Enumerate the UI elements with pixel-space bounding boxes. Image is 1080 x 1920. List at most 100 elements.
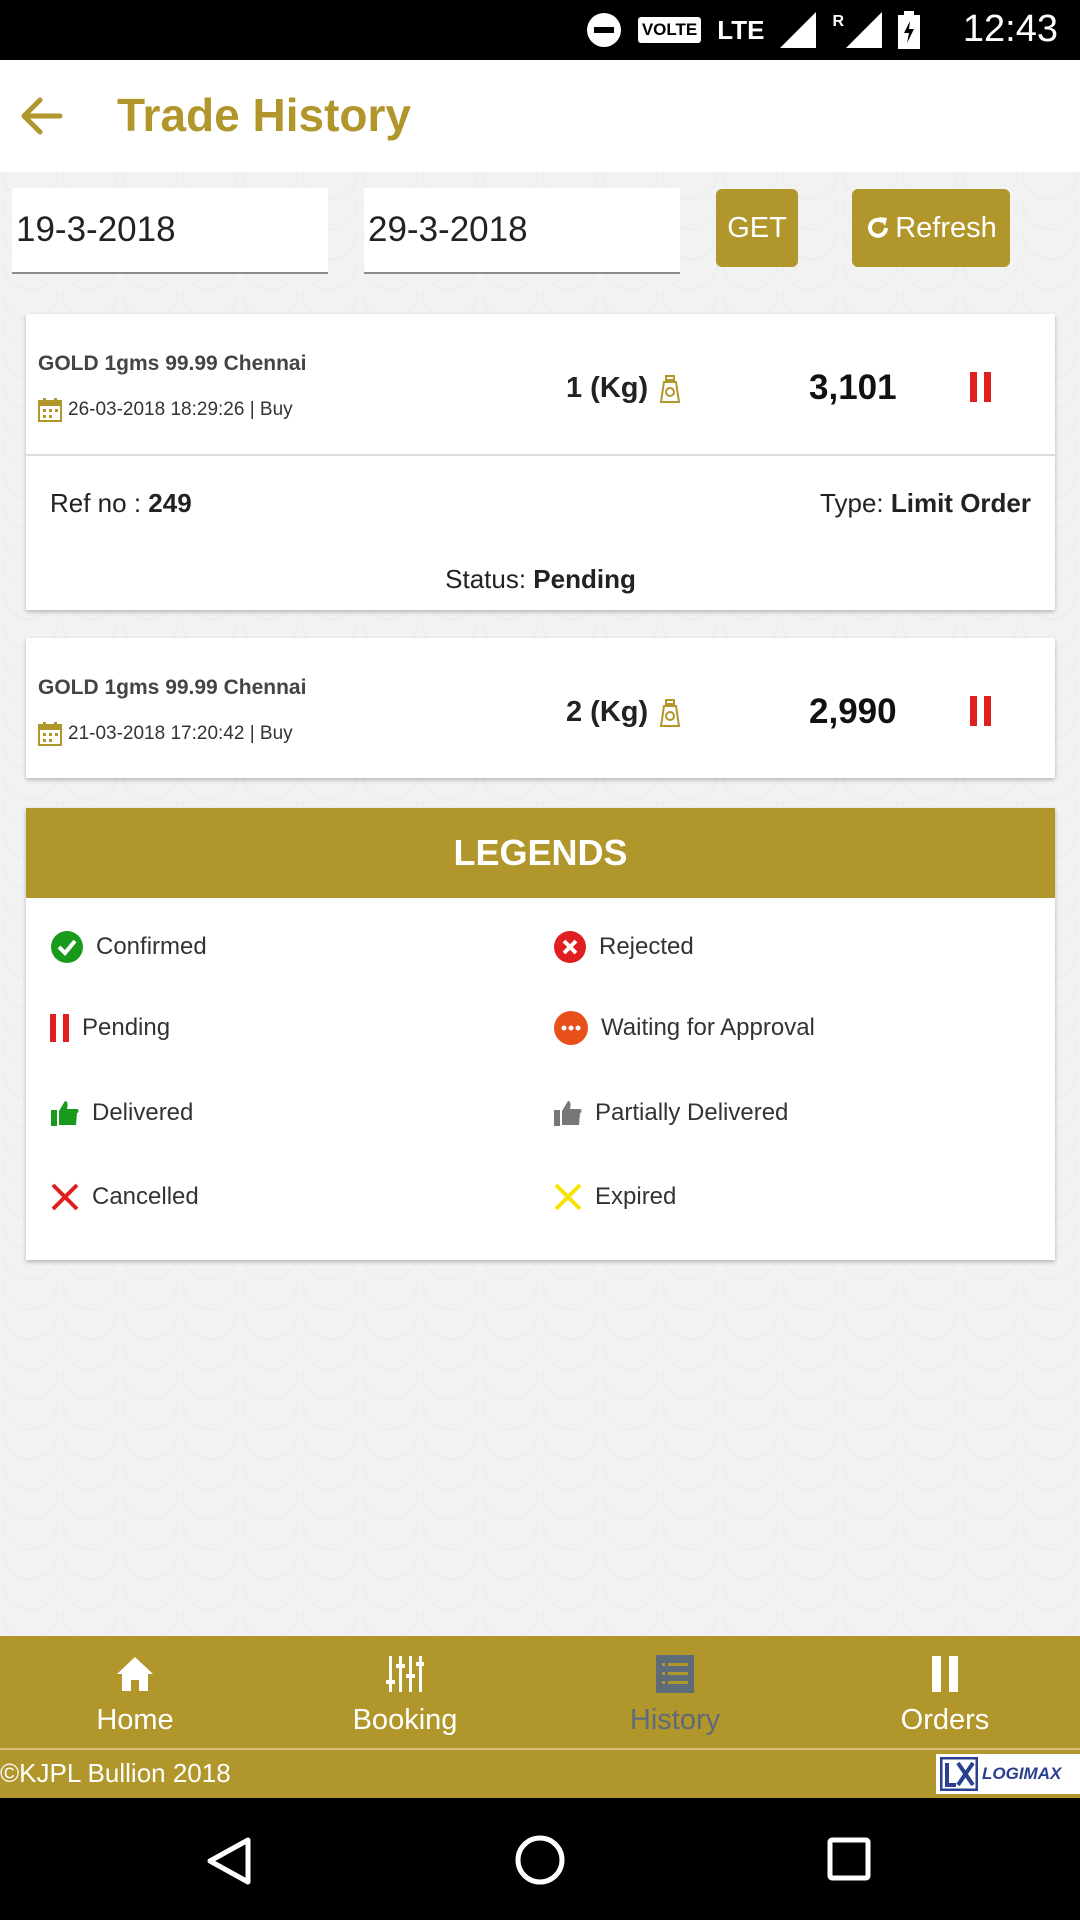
bottom-nav: Home Booking History Orders: [0, 1636, 1080, 1748]
app-bar: Trade History: [0, 60, 1080, 172]
volte-icon: VOLTE: [637, 17, 702, 43]
legend-partially-delivered: Partially Delivered: [553, 1098, 788, 1128]
refresh-button-label: Refresh: [895, 211, 997, 244]
legend-delivered: Delivered: [50, 1098, 193, 1128]
calendar-icon: [38, 398, 62, 422]
ref-value: 249: [148, 488, 192, 518]
do-not-disturb-icon: [586, 13, 621, 47]
nav-home[interactable]: Home: [0, 1636, 270, 1748]
legend-confirmed: Confirmed: [50, 930, 207, 964]
cross-red-icon: [51, 1183, 79, 1211]
list-icon: [656, 1655, 694, 1693]
cross-yellow-icon: [554, 1183, 582, 1211]
trade-summary[interactable]: GOLD 1gms 99.99 Chennai 26-03-2018 18:29…: [26, 314, 1055, 454]
legend-label: Waiting for Approval: [601, 1014, 815, 1041]
trade-meta: 26-03-2018 18:29:26 | Buy: [38, 398, 293, 422]
recents-square-icon[interactable]: [826, 1836, 872, 1882]
legend-label: Cancelled: [92, 1183, 199, 1210]
status-value: Pending: [533, 564, 636, 594]
more-circle-icon: [554, 1011, 588, 1045]
calendar-icon: [38, 722, 62, 746]
to-date-value: 29-3-2018: [368, 210, 528, 249]
get-button[interactable]: GET: [716, 189, 798, 267]
type-label: Type:: [820, 488, 891, 518]
trade-price: 2,990: [809, 692, 897, 731]
get-button-label: GET: [727, 211, 787, 244]
x-circle-icon: [554, 931, 586, 963]
signal-roaming-icon: [846, 12, 882, 48]
trade-datetime: 26-03-2018 18:29:26 | Buy: [68, 399, 293, 420]
logimax-text: LOGIMAX: [982, 1764, 1062, 1783]
refresh-button[interactable]: Refresh: [852, 189, 1010, 267]
thumbs-up-grey-icon: [554, 1101, 582, 1126]
quantity: 2 (Kg): [566, 696, 682, 729]
trade-card[interactable]: GOLD 1gms 99.99 Chennai 21-03-2018 17:20…: [26, 638, 1055, 778]
nav-orders[interactable]: Orders: [810, 1636, 1080, 1748]
pause-white-icon: [932, 1656, 958, 1692]
to-date-field[interactable]: 29-3-2018: [364, 188, 680, 274]
legend-rejected: Rejected: [553, 930, 694, 964]
refresh-icon: [868, 217, 889, 238]
legend-waiting: Waiting for Approval: [553, 1010, 815, 1046]
pause-icon: [50, 1014, 69, 1042]
quantity: 1 (Kg): [566, 372, 682, 405]
nav-label: History: [629, 1704, 721, 1736]
status-icons: VOLTE LTE R: [586, 10, 920, 50]
pending-status-icon: [970, 696, 991, 726]
thumbs-up-icon: [51, 1101, 79, 1126]
nav-label: Orders: [900, 1704, 990, 1736]
status-label: Status:: [445, 564, 534, 594]
signal-icon: [780, 12, 817, 48]
back-arrow-icon[interactable]: [16, 90, 68, 142]
copyright-text: ©KJPL Bullion 2018: [0, 1758, 231, 1788]
product-name: GOLD 1gms 99.99 Chennai: [38, 352, 307, 375]
roaming-indicator: R: [832, 13, 844, 30]
trade-meta: 21-03-2018 17:20:42 | Buy: [38, 722, 293, 746]
weight-scale-icon: [660, 374, 681, 403]
legend-label: Partially Delivered: [595, 1099, 789, 1126]
legend-label: Delivered: [92, 1099, 194, 1126]
legend-label: Pending: [82, 1014, 171, 1041]
quantity-value: 1 (Kg): [566, 372, 649, 404]
home-circle-icon[interactable]: [514, 1834, 566, 1886]
nav-booking[interactable]: Booking: [270, 1636, 540, 1748]
trade-price: 3,101: [809, 368, 897, 407]
clock: 12:43: [962, 8, 1058, 50]
logimax-mark-icon: [940, 1757, 978, 1791]
logimax-logo: LOGIMAX: [936, 1754, 1080, 1794]
trade-datetime: 21-03-2018 17:20:42 | Buy: [68, 723, 293, 744]
quantity-value: 2 (Kg): [566, 696, 649, 728]
check-circle-icon: [51, 931, 83, 963]
ref-number: Ref no : 249: [50, 488, 192, 519]
legends-title: LEGENDS: [26, 808, 1055, 898]
legend-label: Confirmed: [96, 933, 207, 960]
back-triangle-icon[interactable]: [206, 1836, 252, 1886]
page-title: Trade History: [117, 89, 411, 141]
trade-summary[interactable]: GOLD 1gms 99.99 Chennai 21-03-2018 17:20…: [26, 638, 1055, 778]
from-date-field[interactable]: 19-3-2018: [12, 188, 328, 274]
type-value: Limit Order: [890, 488, 1031, 518]
trade-details: Ref no : 249 Type: Limit Order Status: P…: [26, 454, 1055, 610]
footer: ©KJPL Bullion 2018 LOGIMAX: [0, 1748, 1080, 1798]
trade-card[interactable]: GOLD 1gms 99.99 Chennai 26-03-2018 18:29…: [26, 314, 1055, 610]
legend-label: Expired: [595, 1183, 677, 1210]
nav-label: Home: [96, 1704, 174, 1736]
sliders-icon: [386, 1656, 424, 1692]
legend-expired: Expired: [553, 1182, 676, 1212]
order-status: Status: Pending: [26, 564, 1055, 595]
legends-panel: LEGENDS Confirmed Rejected Pending Waiti…: [26, 808, 1055, 1260]
legend-cancelled: Cancelled: [50, 1182, 199, 1212]
status-bar: VOLTE LTE R 12:43: [0, 0, 1080, 60]
from-date-value: 19-3-2018: [16, 210, 176, 249]
legend-label: Rejected: [599, 933, 694, 960]
product-name: GOLD 1gms 99.99 Chennai: [38, 676, 307, 699]
battery-icon: [898, 11, 920, 49]
system-navigation-bar: [0, 1798, 1080, 1920]
home-icon: [117, 1657, 153, 1691]
nav-history[interactable]: History: [540, 1636, 810, 1748]
lte-icon: LTE: [717, 14, 765, 45]
weight-scale-icon: [660, 698, 681, 727]
nav-label: Booking: [352, 1704, 458, 1736]
ref-label: Ref no :: [50, 488, 149, 518]
legend-pending: Pending: [50, 1014, 170, 1042]
